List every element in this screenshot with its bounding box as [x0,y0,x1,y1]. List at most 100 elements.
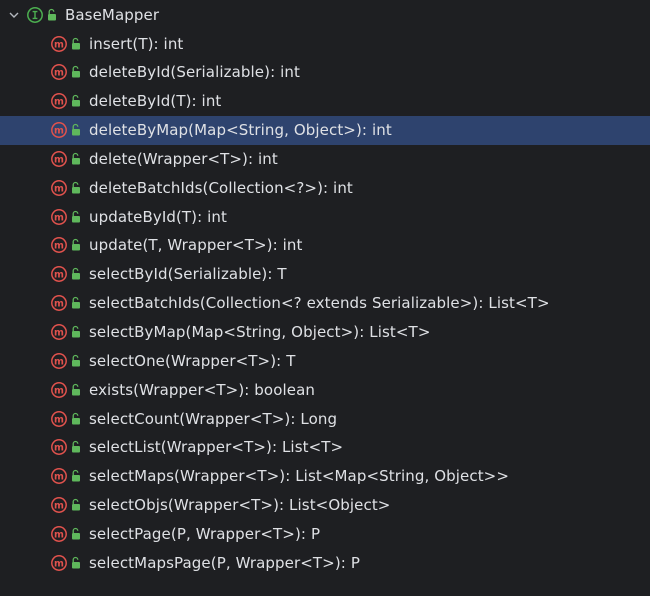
method-icon: m [50,35,68,53]
method-signature-label: selectOne(Wrapper<T>): T [89,351,296,370]
method-icon: m [50,381,68,399]
public-lock-icon [71,412,81,426]
interface-icon [26,6,44,24]
svg-text:m: m [54,183,64,194]
method-signature-label: selectMapsPage(P, Wrapper<T>): P [89,553,360,572]
tree-method-item[interactable]: m deleteById(T): int [0,87,650,116]
method-icon: m [50,525,68,543]
method-signature-label: selectList(Wrapper<T>): List<T> [89,438,344,457]
method-signature-label: updateById(T): int [89,207,228,226]
public-lock-icon [71,37,81,51]
public-lock-icon [71,94,81,108]
tree-method-item[interactable]: m selectOne(Wrapper<T>): T [0,346,650,375]
method-signature-label: selectMaps(Wrapper<T>): List<Map<String,… [89,467,510,486]
tree-method-item[interactable]: m deleteBatchIds(Collection<?>): int [0,173,650,202]
public-lock-icon [71,383,81,397]
method-signature-label: exists(Wrapper<T>): boolean [89,380,315,399]
tree-method-item[interactable]: m delete(Wrapper<T>): int [0,144,650,173]
method-icon: m [50,323,68,341]
method-icon: m [50,121,68,139]
svg-text:m: m [54,472,64,483]
tree-root-label: BaseMapper [65,5,160,24]
public-lock-icon [71,325,81,339]
method-icon: m [50,467,68,485]
public-lock-icon [71,296,81,310]
svg-text:m: m [54,154,64,165]
tree-method-item[interactable]: m selectBatchIds(Collection<? extends Se… [0,289,650,318]
svg-text:m: m [54,414,64,425]
svg-text:m: m [54,212,64,223]
tree-method-item[interactable]: m selectMaps(Wrapper<T>): List<Map<Strin… [0,462,650,491]
public-lock-icon [71,267,81,281]
method-signature-label: delete(Wrapper<T>): int [89,149,278,168]
method-signature-label: selectById(Serializable): T [89,265,287,284]
method-icon: m [50,150,68,168]
public-lock-icon [71,210,81,224]
method-signature-label: selectByMap(Map<String, Object>): List<T… [89,323,431,341]
tree-method-item[interactable]: m selectCount(Wrapper<T>): Long [0,404,650,433]
public-lock-icon [47,8,57,22]
svg-text:m: m [54,327,64,338]
public-lock-icon [71,123,81,137]
svg-text:m: m [54,125,64,136]
svg-text:m: m [54,39,64,50]
svg-text:m: m [54,558,64,569]
tree-method-item[interactable]: m selectById(Serializable): T [0,260,650,289]
method-icon: m [50,438,68,456]
public-lock-icon [71,65,81,79]
tree-method-item[interactable]: m selectPage(P, Wrapper<T>): P [0,519,650,548]
method-signature-label: selectBatchIds(Collection<? extends Seri… [89,294,550,313]
method-icon: m [50,265,68,283]
tree-method-item[interactable]: m exists(Wrapper<T>): boolean [0,375,650,404]
svg-text:m: m [54,500,64,511]
method-icon: m [50,179,68,197]
method-icon: m [50,208,68,226]
method-icon: m [50,496,68,514]
svg-text:m: m [54,529,64,540]
svg-text:m: m [54,97,64,108]
method-signature-label: update(T, Wrapper<T>): int [89,236,303,255]
svg-text:m: m [54,443,64,454]
tree-method-item[interactable]: m insert(T): int [0,29,650,58]
method-signature-label: selectObjs(Wrapper<T>): List<Object> [89,496,391,515]
public-lock-icon [71,527,81,541]
public-lock-icon [71,440,81,454]
method-icon: m [50,554,68,572]
structure-tree: BaseMapper m insert(T): int m deleteById… [0,0,650,596]
tree-method-item[interactable]: m updateById(T): int [0,202,650,231]
method-signature-label: deleteById(T): int [89,92,222,111]
tree-root-basemapper[interactable]: BaseMapper [0,0,650,29]
svg-text:m: m [54,241,64,252]
public-lock-icon [71,152,81,166]
method-icon: m [50,236,68,254]
public-lock-icon [71,181,81,195]
svg-text:m: m [54,68,64,79]
public-lock-icon [71,238,81,252]
method-signature-label: deleteBatchIds(Collection<?>): int [89,178,353,197]
method-icon: m [50,92,68,110]
svg-text:m: m [54,299,64,310]
chevron-down-icon[interactable] [5,6,23,24]
tree-method-item[interactable]: m selectList(Wrapper<T>): List<T> [0,433,650,462]
public-lock-icon [71,498,81,512]
svg-text:m: m [54,270,64,281]
method-signature-label: insert(T): int [89,34,184,53]
tree-method-item[interactable]: m update(T, Wrapper<T>): int [0,231,650,260]
method-signature-label: deleteById(Serializable): int [89,63,300,82]
method-icon: m [50,410,68,428]
method-icon: m [50,294,68,312]
tree-method-item[interactable]: m selectMapsPage(P, Wrapper<T>): P [0,548,650,577]
method-icon: m [50,352,68,370]
method-icon: m [50,63,68,81]
method-signature-label: selectCount(Wrapper<T>): Long [89,409,338,428]
method-signature-label: deleteByMap(Map<String, Object>): int [89,121,392,140]
tree-method-item[interactable]: m deleteByMap(Map<String, Object>): int [0,115,650,145]
svg-text:m: m [54,356,64,367]
svg-text:m: m [54,385,64,396]
tree-method-item[interactable]: m selectByMap(Map<String, Object>): List… [0,318,650,347]
public-lock-icon [71,469,81,483]
tree-method-item[interactable]: m deleteById(Serializable): int [0,58,650,87]
method-signature-label: selectPage(P, Wrapper<T>): P [89,524,321,543]
public-lock-icon [71,556,81,570]
tree-method-item[interactable]: m selectObjs(Wrapper<T>): List<Object> [0,491,650,520]
